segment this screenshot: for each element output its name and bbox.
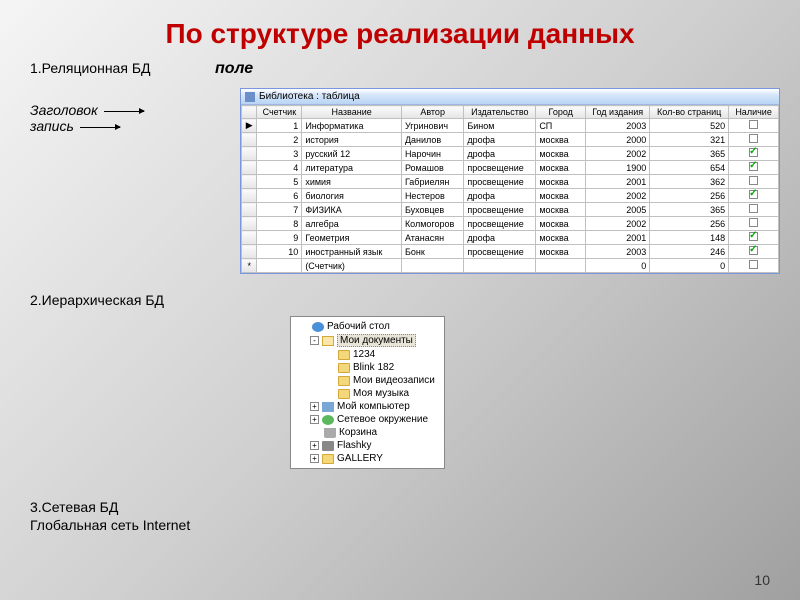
column-header[interactable]: Город bbox=[536, 106, 586, 119]
tree-item[interactable]: - Мои документы bbox=[294, 333, 441, 348]
tree-label: Рабочий стол bbox=[327, 321, 390, 332]
expand-icon[interactable]: + bbox=[310, 415, 319, 424]
table-row[interactable]: 5химияГабриелянпросвещениемосква2001362 bbox=[242, 175, 779, 189]
expand-icon[interactable]: + bbox=[310, 441, 319, 450]
tree-label: Моя музыка bbox=[353, 388, 409, 399]
tree-window[interactable]: Рабочий стол- Мои документы 1234 Blink 182 М… bbox=[290, 316, 445, 469]
label-zapis: запись bbox=[30, 118, 74, 134]
tree-label: Blink 182 bbox=[353, 362, 394, 373]
table-row[interactable]: 2историяДаниловдрофамосква2000321 bbox=[242, 133, 779, 147]
table-row[interactable]: ▶1ИнформатикаУгриновичБиномСП2003520 bbox=[242, 119, 779, 133]
expand-icon[interactable]: + bbox=[310, 454, 319, 463]
folder-icon bbox=[338, 389, 350, 399]
label-global: Глобальная сеть Internet bbox=[30, 517, 770, 533]
label-pole: поле bbox=[215, 60, 253, 78]
table-icon bbox=[245, 92, 255, 102]
table-window: Библиотека : таблица СчетчикНазваниеАвто… bbox=[240, 88, 780, 274]
table-row[interactable]: 3русский 12Нарочиндрофамосква2002365 bbox=[242, 147, 779, 161]
checkbox[interactable] bbox=[749, 162, 758, 171]
column-header[interactable]: Год издания bbox=[586, 106, 650, 119]
desktop-icon bbox=[312, 322, 324, 332]
checkbox[interactable] bbox=[749, 246, 758, 255]
tree-item[interactable]: Моя музыка bbox=[294, 387, 441, 400]
titlebar: Библиотека : таблица bbox=[241, 89, 779, 105]
folder-open-icon bbox=[322, 336, 334, 346]
column-header[interactable]: Название bbox=[302, 106, 402, 119]
window-title: Библиотека : таблица bbox=[259, 91, 360, 102]
checkbox[interactable] bbox=[749, 134, 758, 143]
label-network: 3.Сетевая БД bbox=[30, 499, 770, 515]
tree-item[interactable]: Корзина bbox=[294, 426, 441, 439]
tree-item[interactable]: + Сетевое окружение bbox=[294, 413, 441, 426]
tree-label: Мои документы bbox=[337, 334, 416, 347]
data-grid[interactable]: СчетчикНазваниеАвторИздательствоГородГод… bbox=[241, 105, 779, 273]
tree-label: Мои видеозаписи bbox=[353, 375, 435, 386]
table-row[interactable]: 6биологияНестеровдрофамосква2002256 bbox=[242, 189, 779, 203]
column-header[interactable]: Наличие bbox=[729, 106, 779, 119]
tree-label: Flashky bbox=[337, 440, 371, 451]
tree-item[interactable]: + Мой компьютер bbox=[294, 400, 441, 413]
table-row[interactable]: 7ФИЗИКАБуховцевпросвещениемосква2005365 bbox=[242, 203, 779, 217]
tree-label: 1234 bbox=[353, 349, 375, 360]
tree-item[interactable]: Рабочий стол bbox=[294, 320, 441, 333]
tree-label: Корзина bbox=[339, 427, 377, 438]
table-row[interactable]: 10иностранный языкБонкпросвещениемосква2… bbox=[242, 245, 779, 259]
folder-icon bbox=[322, 454, 334, 464]
tree-item[interactable]: + GALLERY bbox=[294, 452, 441, 465]
table-row[interactable]: 9ГеометрияАтанасяндрофамосква2001148 bbox=[242, 231, 779, 245]
column-header[interactable] bbox=[242, 106, 257, 119]
folder-icon bbox=[338, 363, 350, 373]
tree-item[interactable]: 1234 bbox=[294, 348, 441, 361]
mycomp-icon bbox=[322, 402, 334, 412]
checkbox[interactable] bbox=[749, 190, 758, 199]
column-header[interactable]: Счетчик bbox=[257, 106, 302, 119]
network-icon bbox=[322, 415, 334, 425]
expand-icon[interactable]: + bbox=[310, 402, 319, 411]
label-relational: 1.Реляционная БД bbox=[30, 60, 150, 76]
tree-label: Сетевое окружение bbox=[337, 414, 428, 425]
slide-title: По структуре реализации данных bbox=[0, 0, 800, 60]
label-hierarchical: 2.Иерархическая БД bbox=[30, 292, 770, 308]
column-header[interactable]: Кол-во страниц bbox=[650, 106, 729, 119]
page-number: 10 bbox=[754, 572, 770, 588]
arrow-icon bbox=[80, 127, 120, 128]
checkbox[interactable] bbox=[749, 176, 758, 185]
checkbox[interactable] bbox=[749, 232, 758, 241]
table-row[interactable]: 4литератураРомашовпросвещениемосква19006… bbox=[242, 161, 779, 175]
folder-icon bbox=[338, 350, 350, 360]
column-header[interactable]: Автор bbox=[401, 106, 463, 119]
folder-icon bbox=[338, 376, 350, 386]
tree-item[interactable]: Мои видеозаписи bbox=[294, 374, 441, 387]
expand-icon[interactable]: - bbox=[310, 336, 319, 345]
trash-icon bbox=[324, 428, 336, 438]
arrow-icon bbox=[104, 111, 144, 112]
column-header[interactable]: Издательство bbox=[464, 106, 536, 119]
tree-label: Мой компьютер bbox=[337, 401, 410, 412]
checkbox[interactable] bbox=[749, 120, 758, 129]
tree-item[interactable]: Blink 182 bbox=[294, 361, 441, 374]
table-row[interactable]: 8алгебраКолмогоровпросвещениемосква20022… bbox=[242, 217, 779, 231]
checkbox[interactable] bbox=[749, 148, 758, 157]
tree-item[interactable]: + Flashky bbox=[294, 439, 441, 452]
tree-label: GALLERY bbox=[337, 453, 383, 464]
label-zagolovok: Заголовок bbox=[30, 102, 98, 118]
checkbox[interactable] bbox=[749, 204, 758, 213]
checkbox[interactable] bbox=[749, 218, 758, 227]
drive-icon bbox=[322, 441, 334, 451]
